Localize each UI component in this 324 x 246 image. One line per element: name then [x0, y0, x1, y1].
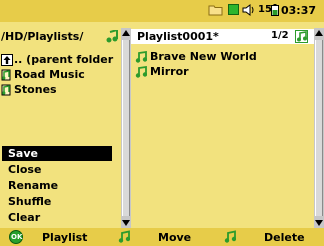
left-path: /HD/Playlists/	[1, 30, 84, 43]
playlist-softkey[interactable]: Playlist	[42, 231, 87, 244]
music-note-icon	[106, 30, 118, 43]
scroll-down-arrow-icon[interactable]	[121, 218, 131, 228]
list-item-label: Brave New World	[150, 50, 257, 63]
menu-item-clear[interactable]: Clear	[2, 210, 112, 225]
music-note-icon	[224, 230, 236, 243]
menu-item-close[interactable]: Close	[2, 162, 112, 177]
scroll-up-arrow-icon[interactable]	[121, 28, 131, 38]
green-square-icon	[228, 4, 239, 15]
menu-item-rename[interactable]: Rename	[2, 178, 112, 193]
device-screen: 15 03:37 /HD/Playlists/ .. (parent folde…	[0, 0, 324, 246]
volume-level: 15	[258, 4, 272, 15]
left-browser-pane[interactable]: /HD/Playlists/ .. (parent folder Road Mu…	[0, 28, 121, 228]
menu-item-save[interactable]: Save	[2, 146, 112, 161]
music-note-icon	[118, 230, 130, 243]
speaker-icon	[242, 4, 254, 16]
folder-icon	[208, 5, 223, 16]
clock: 03:37	[281, 4, 317, 17]
menu-item-shuffle[interactable]: Shuffle	[2, 194, 112, 209]
ok-button-icon[interactable]: OK	[9, 230, 23, 244]
music-note-icon	[135, 51, 147, 63]
list-item-label: Road Music	[14, 68, 85, 81]
move-softkey[interactable]: Move	[158, 231, 191, 244]
delete-softkey[interactable]: Delete	[264, 231, 305, 244]
scroll-down-arrow-icon[interactable]	[314, 218, 324, 228]
right-scrollbar[interactable]	[314, 28, 324, 228]
scroll-thumb[interactable]	[122, 40, 130, 216]
scroll-thumb[interactable]	[315, 40, 323, 216]
bottom-softkey-bar: OK Playlist Move Delete	[0, 228, 324, 246]
status-bar: 15 03:37	[0, 0, 324, 22]
playlist-title: Playlist0001*	[137, 30, 219, 43]
list-item-label: Mirror	[150, 65, 189, 78]
music-note-icon	[135, 66, 147, 78]
battery-icon	[271, 4, 279, 16]
playlist-count: 1/2	[271, 30, 289, 41]
music-note-icon	[295, 30, 308, 43]
playlist-header: Playlist0001* 1/2	[131, 29, 314, 44]
left-scrollbar[interactable]	[121, 28, 131, 228]
list-item-label: .. (parent folder	[14, 53, 114, 66]
list-item-label: Stones	[14, 83, 57, 96]
scroll-up-arrow-icon[interactable]	[314, 28, 324, 38]
parent-folder-icon	[1, 54, 13, 66]
playlist-icon	[1, 69, 11, 81]
context-menu: Save Close Rename Shuffle Clear	[2, 146, 112, 226]
right-playlist-pane[interactable]: Brave New World Mirror	[131, 28, 314, 228]
playlist-icon	[1, 84, 11, 96]
